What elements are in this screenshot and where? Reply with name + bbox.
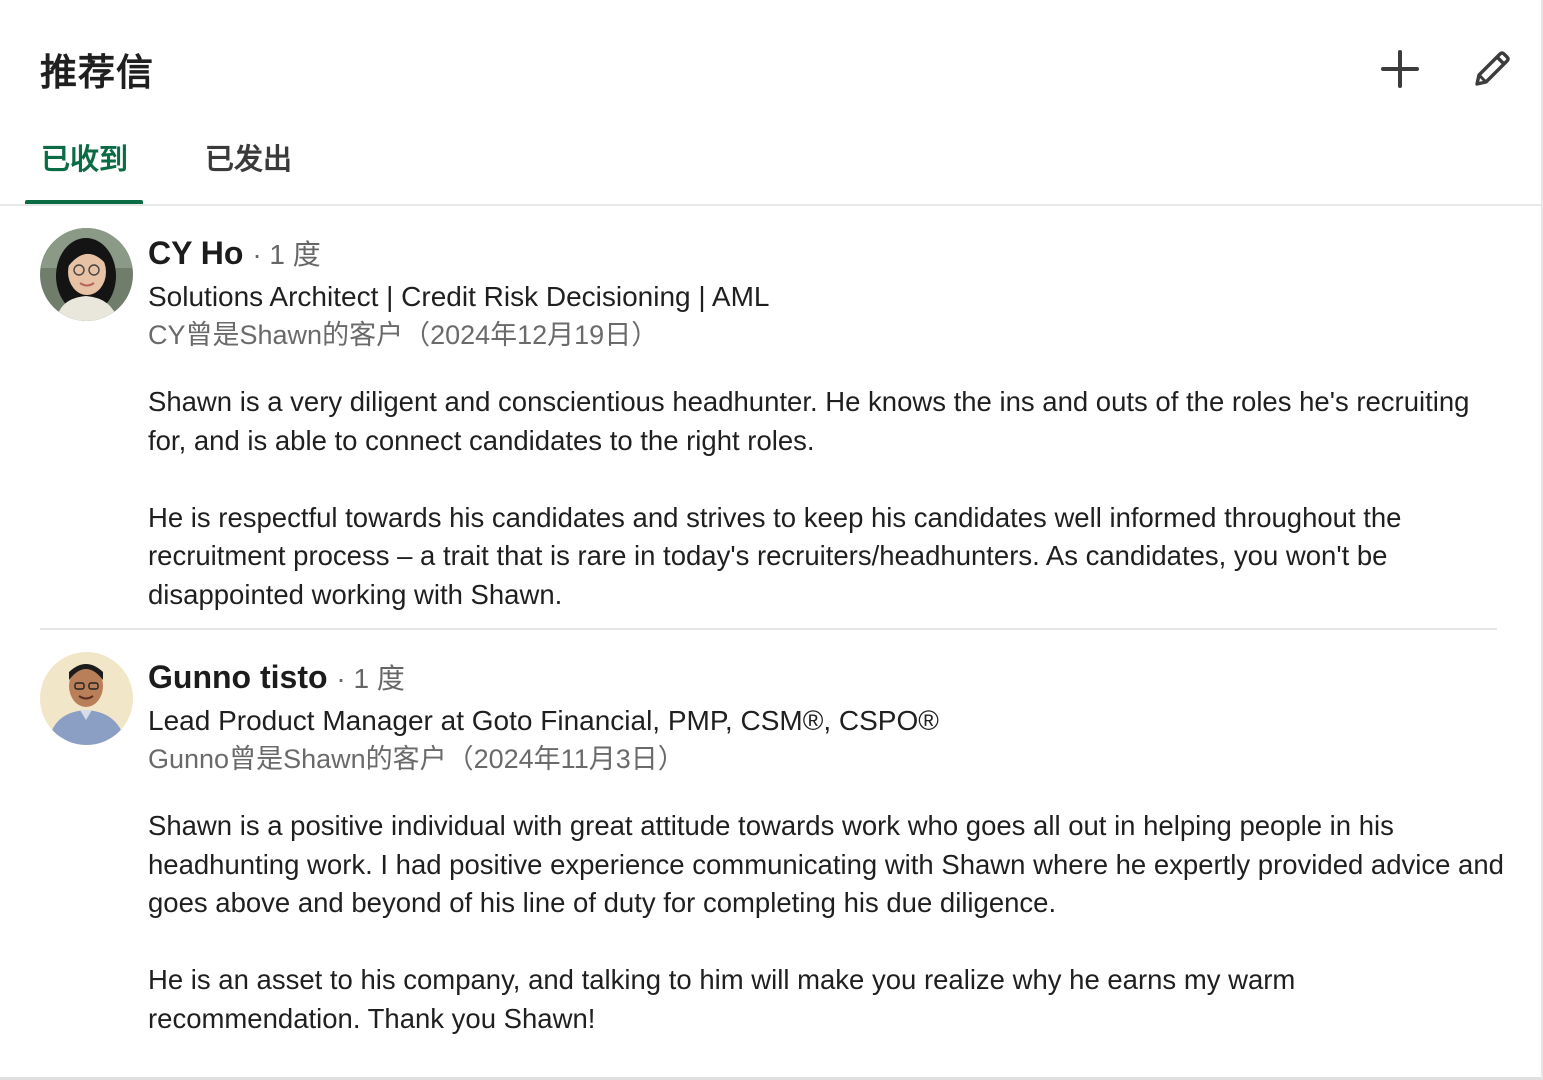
recommendations-card: 推荐信 已收到 已发出 CY Ho · 1 度 Solutions Archit… (0, 0, 1543, 1080)
avatar[interactable] (40, 652, 133, 745)
section-header: 推荐信 (40, 40, 1510, 96)
recommender-name[interactable]: CY Ho (148, 235, 243, 271)
name-line: Gunno tisto · 1 度 (148, 656, 1497, 700)
section-title: 推荐信 (40, 52, 154, 93)
tab-received[interactable]: 已收到 (25, 124, 143, 204)
connection-degree: · 1 度 (336, 663, 405, 694)
relationship-text: CY曾是Shawn的客户（2024年12月19日） (148, 320, 659, 350)
recommendation-divider (40, 628, 1497, 630)
recommender-name[interactable]: Gunno tisto (148, 659, 328, 695)
recommendation-paragraph: He is an asset to his company, and talki… (148, 964, 1296, 1034)
recommendation-text: Shawn is a positive individual with grea… (148, 807, 1508, 1038)
connection-degree: · 1 度 (252, 239, 321, 270)
recommender-info: CY Ho · 1 度 Solutions Architect | Credit… (148, 232, 1497, 614)
pencil-icon (1475, 51, 1510, 86)
recommender-headline: Solutions Architect | Credit Risk Decisi… (148, 281, 770, 312)
add-recommendation-button[interactable] (1373, 42, 1427, 96)
recommendation-paragraph: He is respectful towards his candidates … (148, 501, 1402, 610)
recommender-headline: Lead Product Manager at Goto Financial, … (148, 705, 939, 736)
recommendation-paragraph: Shawn is a very diligent and conscientio… (148, 386, 1470, 456)
tab-given-label: 已发出 (205, 144, 293, 176)
recommendation-paragraph: Shawn is a positive individual with grea… (148, 810, 1504, 918)
tab-received-label: 已收到 (41, 144, 129, 176)
name-line: CY Ho · 1 度 (148, 232, 1497, 276)
plus-icon (1381, 50, 1419, 88)
relationship-text: Gunno曾是Shawn的客户（2024年11月3日） (148, 744, 685, 774)
avatar[interactable] (40, 228, 133, 321)
edit-recommendations-button[interactable] (1465, 42, 1519, 96)
recommender-info: Gunno tisto · 1 度 Lead Product Manager a… (148, 656, 1504, 1038)
recommendation-text: Shawn is a very diligent and conscientio… (148, 383, 1508, 614)
tabs-divider (0, 204, 1541, 206)
tab-given[interactable]: 已发出 (189, 124, 307, 204)
